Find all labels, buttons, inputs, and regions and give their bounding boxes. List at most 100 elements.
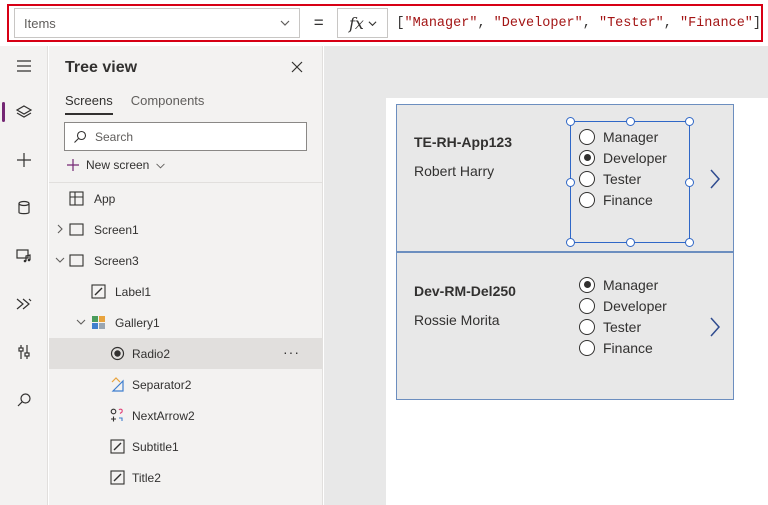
left-rail <box>0 46 48 505</box>
resize-handle[interactable] <box>566 117 575 126</box>
chevron-down-icon[interactable] <box>76 317 86 327</box>
media-button[interactable] <box>0 238 48 274</box>
tab-components[interactable]: Components <box>131 93 205 115</box>
radio-icon <box>110 346 125 361</box>
formula-string: "Finance" <box>679 15 753 31</box>
resize-handle[interactable] <box>626 117 635 126</box>
radio-label: Tester <box>603 318 642 335</box>
formula-close: ] <box>752 15 762 31</box>
tree-node-label: Separator2 <box>132 377 192 392</box>
hamburger-menu-button[interactable] <box>0 48 48 84</box>
resize-handle[interactable] <box>685 117 694 126</box>
fx-label: fx <box>348 13 364 33</box>
tree-node-title2[interactable]: Title2 <box>49 462 322 493</box>
chevron-right-icon[interactable] <box>708 316 722 338</box>
tab-screens[interactable]: Screens <box>65 93 113 115</box>
data-button[interactable] <box>0 190 48 226</box>
radio-option[interactable]: Finance <box>579 337 667 358</box>
tree-node-label: Screen3 <box>94 253 139 268</box>
tree-node-radio2[interactable]: Radio2 ··· <box>49 338 322 369</box>
design-canvas[interactable]: TE-RH-App123 Robert Harry Manager Develo… <box>324 46 768 505</box>
tree-node-label: Radio2 <box>132 346 171 361</box>
tree-node-app[interactable]: App <box>49 183 322 214</box>
item-subtitle: Rossie Morita <box>414 312 500 328</box>
separator-icon <box>111 377 124 392</box>
radio-button[interactable] <box>579 297 595 314</box>
tree-node-label: Title2 <box>132 470 161 485</box>
tree-node-label: Gallery1 <box>115 315 160 330</box>
tools-icon <box>18 345 30 359</box>
tree-node-label: App <box>94 191 116 206</box>
formula-bar: Items = fx ["Manager", "Developer", "Tes… <box>7 4 763 42</box>
chevron-down-icon <box>368 20 377 26</box>
radio-option[interactable]: Manager <box>579 274 667 295</box>
resize-handle[interactable] <box>566 238 575 247</box>
resize-handle[interactable] <box>626 238 635 247</box>
radio-label: Developer <box>603 297 667 314</box>
close-icon[interactable] <box>290 60 304 74</box>
insert-button[interactable] <box>0 142 48 178</box>
search-input[interactable]: Search <box>64 122 307 151</box>
tree-node-screen1[interactable]: Screen1 <box>49 214 322 245</box>
tree-node-label1[interactable]: Label1 <box>49 276 322 307</box>
chevron-down-icon <box>280 20 290 26</box>
radio-button[interactable] <box>579 276 595 293</box>
item-title: Dev-RM-Del250 <box>414 283 516 299</box>
radio-option[interactable]: Developer <box>579 295 667 316</box>
tree-node-screen3[interactable]: Screen3 <box>49 245 322 276</box>
gallery-item[interactable]: Dev-RM-Del250 Rossie Morita Manager Deve… <box>396 252 734 400</box>
chevron-right-icon[interactable] <box>708 168 722 190</box>
chevron-down-icon <box>156 163 166 168</box>
formula-open: [ <box>396 15 405 31</box>
resize-handle[interactable] <box>685 238 694 247</box>
next-arrow-icon <box>110 408 123 422</box>
media-icon <box>16 249 31 263</box>
power-automate-button[interactable] <box>0 286 48 322</box>
resize-handle[interactable] <box>685 178 694 187</box>
tree-node-label: NextArrow2 <box>132 408 195 423</box>
search-icon <box>17 393 31 407</box>
label-icon <box>110 470 125 485</box>
plus-icon <box>17 153 31 167</box>
property-dropdown-value: Items <box>24 15 56 31</box>
chevron-down-icon[interactable] <box>55 255 65 265</box>
label-icon <box>110 439 125 454</box>
radio-label: Finance <box>603 339 653 356</box>
gallery-icon <box>92 316 105 329</box>
chevron-right-icon[interactable] <box>55 224 65 234</box>
app-screen[interactable]: TE-RH-App123 Robert Harry Manager Develo… <box>386 98 768 505</box>
item-subtitle: Robert Harry <box>414 163 495 179</box>
tree-node-subtitle1[interactable]: Subtitle1 <box>49 431 322 462</box>
radio-button[interactable] <box>579 339 595 356</box>
fx-button[interactable]: fx <box>337 8 389 38</box>
search-button[interactable] <box>0 382 48 418</box>
tree-node-label: Screen1 <box>94 222 139 237</box>
more-options-button[interactable]: ··· <box>283 344 300 360</box>
advanced-tools-button[interactable] <box>0 334 48 370</box>
equals-sign: = <box>313 13 324 32</box>
property-dropdown[interactable]: Items <box>14 8 301 38</box>
radio-group[interactable]: Manager Developer Tester Finance <box>579 274 667 358</box>
tree-node-gallery1[interactable]: Gallery1 <box>49 307 322 338</box>
tree-tabs: Screens Components <box>65 93 204 115</box>
app-icon <box>69 191 84 206</box>
hamburger-icon <box>17 60 31 72</box>
gallery-item[interactable]: TE-RH-App123 Robert Harry Manager Develo… <box>396 104 734 252</box>
new-screen-button[interactable]: New screen <box>66 158 166 172</box>
tree-node-nextarrow2[interactable]: NextArrow2 <box>49 400 322 431</box>
search-placeholder: Search <box>95 129 134 144</box>
tree-view-button[interactable] <box>0 94 48 130</box>
screen-icon <box>69 223 84 236</box>
formula-input[interactable]: ["Manager", "Developer", "Tester", "Fina… <box>396 16 761 31</box>
layers-icon <box>15 105 33 118</box>
radio-option[interactable]: Tester <box>579 316 667 337</box>
formula-string: "Developer" <box>493 15 583 31</box>
tree-node-label: Label1 <box>115 284 152 299</box>
radio-button[interactable] <box>579 318 595 335</box>
radio-label: Manager <box>603 276 659 293</box>
tree-node-separator2[interactable]: Separator2 <box>49 369 322 400</box>
formula-sep: , <box>582 15 599 31</box>
item-title: TE-RH-App123 <box>414 134 513 150</box>
panel-title: Tree view <box>65 59 138 76</box>
resize-handle[interactable] <box>566 178 575 187</box>
